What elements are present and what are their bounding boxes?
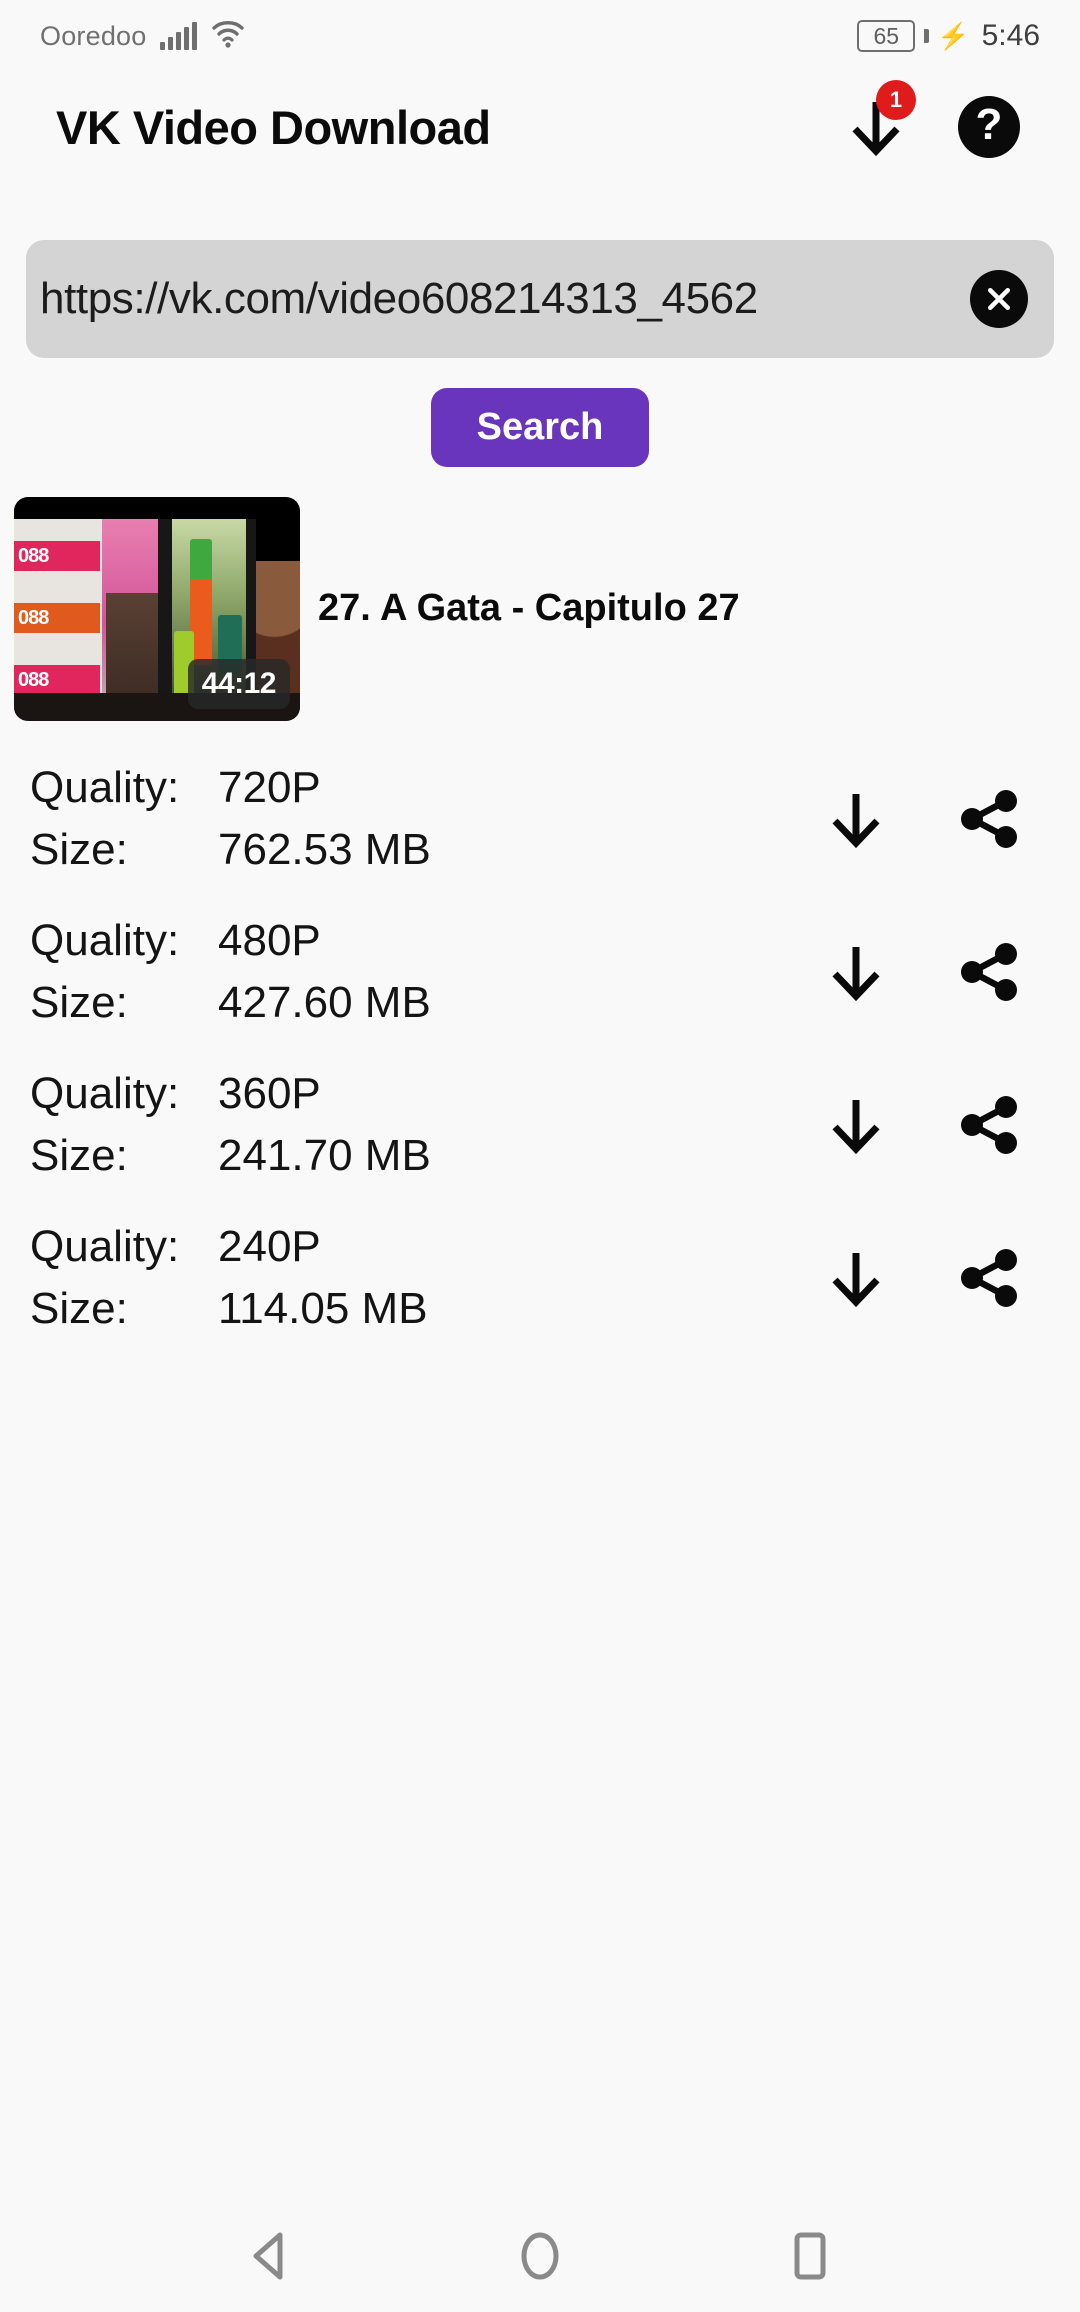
nav-home-button[interactable]	[503, 2219, 577, 2293]
quality-list: Quality: 720P Size: 762.53 MB Quality: 4…	[0, 743, 1080, 1355]
nav-recents-button[interactable]	[773, 2219, 847, 2293]
video-duration-badge: 44:12	[187, 659, 290, 709]
quality-line: Quality: 360P	[30, 1063, 820, 1125]
help-circle-icon: ?	[975, 100, 1003, 149]
app-screen: Ooredoo 65 ⚡ 5:46 VK Video Download 1 ? …	[0, 0, 1080, 2312]
quality-line: Quality: 480P	[30, 910, 820, 972]
downloads-button[interactable]: 1	[846, 80, 916, 158]
page-title: VK Video Download	[56, 100, 491, 154]
share-icon	[961, 790, 1017, 849]
status-bar: Ooredoo 65 ⚡ 5:46	[0, 0, 1080, 72]
status-bar-right: 65 ⚡ 5:46	[857, 19, 1040, 53]
quality-row: Quality: 720P Size: 762.53 MB	[0, 743, 1080, 896]
battery-icon: 65	[857, 20, 916, 52]
android-nav-bar	[0, 2200, 1080, 2312]
download-arrow-icon	[832, 1253, 880, 1308]
download-button[interactable]	[820, 1089, 892, 1161]
size-value: 241.70 MB	[218, 1131, 431, 1181]
size-line: Size: 241.70 MB	[30, 1125, 820, 1187]
quality-row-info: Quality: 360P Size: 241.70 MB	[30, 1063, 820, 1188]
quality-row-info: Quality: 240P Size: 114.05 MB	[30, 1216, 820, 1341]
downloads-badge: 1	[876, 80, 916, 120]
quality-row: Quality: 480P Size: 427.60 MB	[0, 896, 1080, 1049]
recents-square-icon	[794, 2232, 826, 2280]
size-line: Size: 427.60 MB	[30, 972, 820, 1034]
quality-row-actions	[820, 1089, 1036, 1161]
share-button[interactable]	[954, 1242, 1026, 1314]
quality-row-actions	[820, 1242, 1036, 1314]
size-label: Size:	[30, 978, 128, 1028]
size-label: Size:	[30, 825, 128, 875]
url-input-container[interactable]: https://vk.com/video608214313_4562	[26, 240, 1054, 358]
quality-value: 360P	[218, 1068, 321, 1118]
quality-value: 240P	[218, 1221, 321, 1271]
quality-label: Quality:	[30, 1221, 180, 1271]
status-bar-left: Ooredoo	[40, 20, 245, 53]
clear-url-button[interactable]	[970, 270, 1028, 328]
nav-back-button[interactable]	[233, 2219, 307, 2293]
size-label: Size:	[30, 1131, 128, 1181]
quality-label: Quality:	[30, 763, 180, 812]
battery-nub-icon	[924, 29, 930, 43]
back-triangle-icon	[253, 2232, 283, 2280]
home-circle-icon	[521, 2232, 559, 2280]
quality-line: Quality: 240P	[30, 1216, 820, 1278]
quality-line: Quality: 720P	[30, 757, 820, 819]
download-arrow-icon	[832, 794, 880, 849]
help-button[interactable]: ?	[958, 96, 1020, 158]
share-button[interactable]	[954, 783, 1026, 855]
wifi-icon	[211, 20, 245, 53]
quality-label: Quality:	[30, 915, 180, 965]
size-label: Size:	[30, 1284, 128, 1334]
download-button[interactable]	[820, 783, 892, 855]
size-value: 762.53 MB	[218, 825, 431, 875]
carrier-label: Ooredoo	[40, 20, 147, 51]
video-header: 088 088 088 088 44:12 27. A Gata - Capit…	[0, 497, 1080, 721]
quality-label: Quality:	[30, 1068, 180, 1118]
quality-row-info: Quality: 720P Size: 762.53 MB	[30, 757, 820, 882]
download-arrow-icon	[832, 1100, 880, 1155]
clock-label: 5:46	[981, 19, 1040, 52]
search-row: Search	[0, 388, 1080, 467]
video-thumbnail[interactable]: 088 088 088 088 44:12	[14, 497, 300, 721]
share-icon	[961, 1249, 1017, 1308]
share-icon	[961, 1096, 1017, 1155]
charging-bolt-icon: ⚡	[937, 21, 970, 51]
quality-row-info: Quality: 480P Size: 427.60 MB	[30, 910, 820, 1035]
app-bar-actions: 1 ?	[846, 80, 1036, 158]
download-button[interactable]	[820, 1242, 892, 1314]
quality-value: 480P	[218, 915, 321, 965]
video-title: 27. A Gata - Capitulo 27	[318, 587, 740, 630]
share-icon	[961, 943, 1017, 1002]
size-line: Size: 114.05 MB	[30, 1278, 820, 1340]
quality-row-actions	[820, 783, 1036, 855]
close-circle-icon	[988, 288, 1010, 310]
size-line: Size: 762.53 MB	[30, 819, 820, 881]
url-input[interactable]: https://vk.com/video608214313_4562	[40, 274, 962, 324]
download-arrow-icon	[832, 947, 880, 1002]
quality-row-actions	[820, 936, 1036, 1008]
share-button[interactable]	[954, 936, 1026, 1008]
download-button[interactable]	[820, 936, 892, 1008]
size-value: 114.05 MB	[218, 1284, 428, 1334]
size-value: 427.60 MB	[218, 978, 431, 1028]
quality-row: Quality: 240P Size: 114.05 MB	[0, 1202, 1080, 1355]
share-button[interactable]	[954, 1089, 1026, 1161]
signal-bars-icon	[160, 22, 198, 50]
quality-row: Quality: 360P Size: 241.70 MB	[0, 1049, 1080, 1202]
download-arrow-icon	[846, 102, 906, 162]
search-button[interactable]: Search	[430, 388, 650, 467]
app-bar: VK Video Download 1 ?	[0, 72, 1080, 182]
quality-value: 720P	[218, 763, 321, 812]
